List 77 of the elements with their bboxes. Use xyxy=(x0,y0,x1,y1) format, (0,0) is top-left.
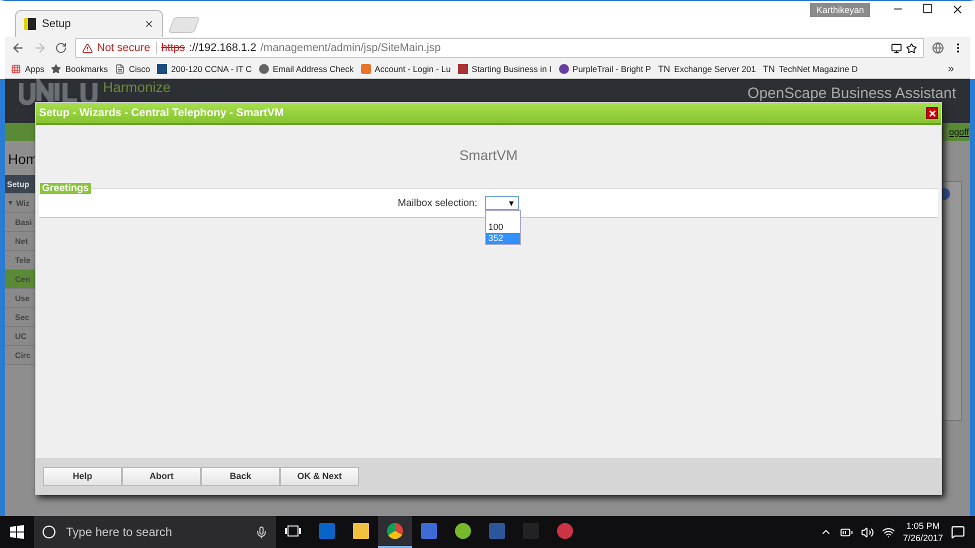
logo-icon xyxy=(19,79,99,105)
bookmark-icon xyxy=(458,64,468,74)
url-scheme: https xyxy=(161,42,186,54)
search-input[interactable]: Type here to search xyxy=(64,524,247,540)
bookmark-link[interactable]: Account - Login - Lu xyxy=(374,64,451,74)
bookmark-icon xyxy=(558,64,569,74)
logoff-link[interactable]: ogoff xyxy=(949,127,969,137)
warning-icon xyxy=(82,42,93,54)
sidebar-label: Net xyxy=(15,236,28,246)
bookmark-icon xyxy=(258,64,269,74)
bookmark-link[interactable]: Exchange Server 201 xyxy=(674,64,756,74)
notification-icon[interactable] xyxy=(951,525,965,539)
cast-icon[interactable] xyxy=(891,42,902,54)
clock-time: 1:05 PM xyxy=(906,520,940,532)
wizard-button[interactable]: Help xyxy=(43,466,122,486)
more-bookmarks[interactable]: » xyxy=(948,62,964,74)
bookmark-link[interactable]: TechNet Magazine D xyxy=(778,64,858,74)
sidebar-label: Basi xyxy=(15,218,32,226)
wizard-heading: SmartVM xyxy=(459,147,518,163)
extension-icon[interactable] xyxy=(932,42,944,54)
close-icon[interactable] xyxy=(951,3,964,16)
tn-icon: TN xyxy=(762,64,775,74)
security-label: Not secure xyxy=(97,42,158,54)
address-bar[interactable]: Not secure https ://192.168.1.2 /management/admin/jsp/SiteMain.jsp xyxy=(75,38,924,58)
bookmark-icon xyxy=(360,64,371,74)
close-button[interactable] xyxy=(926,107,938,119)
bookmark-star-icon[interactable] xyxy=(906,42,917,54)
bookmark-link[interactable]: Apps xyxy=(25,64,44,74)
maximize-icon[interactable] xyxy=(922,3,933,14)
sidebar-label: Sec xyxy=(15,312,30,322)
search-field[interactable]: Type here to search xyxy=(34,516,276,548)
tab-title: Setup xyxy=(42,18,72,30)
sidebar-label: Circ xyxy=(15,350,31,360)
url-path: /management/admin/jsp/SiteMain.jsp xyxy=(260,42,442,54)
sidebar-label: Tele xyxy=(15,256,30,264)
bookmark-link[interactable]: Cisco xyxy=(128,64,150,74)
sidebar-label: Setup xyxy=(7,180,30,188)
dialog-title: Setup - Wizards - Central Telephony - SmartVM xyxy=(39,107,284,119)
site-icon xyxy=(24,18,36,30)
reload-icon[interactable] xyxy=(55,42,67,54)
wifi-icon[interactable] xyxy=(882,526,895,538)
sidebar-label: Wiz xyxy=(16,198,30,208)
mailbox-select[interactable]: ▼ xyxy=(485,196,520,210)
cortana-icon[interactable] xyxy=(42,525,56,539)
browser-tab[interactable]: Setup xyxy=(15,10,163,37)
sidebar-label: Use xyxy=(15,294,30,302)
brand-name: Harmonize xyxy=(103,79,171,95)
close-icon[interactable] xyxy=(144,19,154,29)
tn-icon: TN xyxy=(658,64,670,74)
close-icon xyxy=(928,108,936,118)
clock-date: 7/26/2017 xyxy=(902,532,943,544)
clock[interactable]: 1:05 PM 7/26/2017 xyxy=(902,520,943,544)
wizard-button[interactable]: Abort xyxy=(122,466,201,486)
field-label: Mailbox selection: xyxy=(398,198,478,208)
bookmark-link[interactable]: Bookmarks xyxy=(65,64,108,74)
bookmark-link[interactable]: Starting Business in I xyxy=(472,64,552,74)
page-icon xyxy=(114,64,125,74)
wizard-button[interactable]: Back xyxy=(201,466,280,486)
star-icon xyxy=(51,64,62,74)
sidebar-label: UC xyxy=(15,332,27,340)
taskbar-app[interactable] xyxy=(378,516,412,548)
product-title: OpenScape Business Assistant xyxy=(748,85,956,102)
windows-icon xyxy=(10,525,24,539)
back-icon[interactable] xyxy=(11,41,25,55)
bookmark-icon xyxy=(157,64,168,74)
bookmark-link[interactable]: 200-120 CCNA - IT C xyxy=(171,64,252,74)
wizard-button[interactable]: OK & Next xyxy=(280,466,359,486)
url-host: ://192.168.1.2 xyxy=(189,42,256,54)
microphone-icon[interactable] xyxy=(255,526,268,538)
battery-icon[interactable] xyxy=(840,526,853,538)
volume-icon[interactable] xyxy=(860,526,874,538)
task-view-icon xyxy=(285,525,301,537)
section-title: Greetings xyxy=(40,183,91,194)
bookmark-link[interactable]: Email Address Check xyxy=(272,64,354,74)
bookmark-link[interactable]: PurpleTrail - Bright P xyxy=(572,64,652,74)
apps-grid-icon xyxy=(11,64,21,74)
sidebar-label: Cen xyxy=(15,274,30,284)
